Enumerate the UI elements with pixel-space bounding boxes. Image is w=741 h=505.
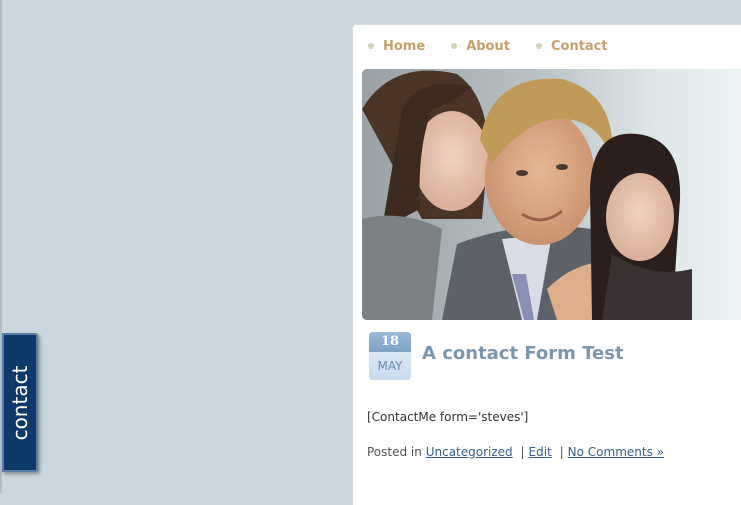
nav-label-contact[interactable]: Contact	[551, 39, 608, 54]
post-body: [ContactMe form='steves']	[367, 410, 529, 424]
header-photo	[362, 69, 741, 320]
nav-item-home[interactable]: Home	[368, 39, 425, 54]
post-meta: Posted in Uncategorized | Edit | No Commen…	[367, 445, 664, 459]
contact-tab-button[interactable]: contact	[2, 333, 38, 472]
content-panel: Home About Contact 18 MAY A contact Form…	[352, 24, 741, 505]
business-people-photo-icon	[362, 69, 741, 320]
nav-item-about[interactable]: About	[451, 39, 510, 54]
bullet-icon	[451, 43, 458, 49]
bullet-icon	[368, 43, 374, 49]
contact-tab-label: contact	[8, 365, 32, 440]
comments-link[interactable]: No Comments »	[568, 445, 664, 459]
meta-separator: |	[520, 445, 525, 459]
nav-label-about[interactable]: About	[466, 39, 510, 54]
main-nav: Home About Contact	[368, 38, 634, 54]
category-link[interactable]: Uncategorized	[426, 445, 513, 459]
edit-link[interactable]: Edit	[529, 445, 552, 459]
post-date-day: 18	[369, 332, 411, 352]
bullet-icon	[535, 43, 542, 49]
meta-separator: |	[559, 445, 564, 459]
nav-label-home[interactable]: Home	[383, 39, 425, 54]
nav-item-contact[interactable]: Contact	[535, 39, 608, 54]
posted-in-label: Posted in	[367, 445, 422, 459]
post-title[interactable]: A contact Form Test	[422, 343, 624, 364]
post-date-month: MAY	[369, 352, 411, 380]
post-date-badge: 18 MAY	[369, 332, 411, 380]
